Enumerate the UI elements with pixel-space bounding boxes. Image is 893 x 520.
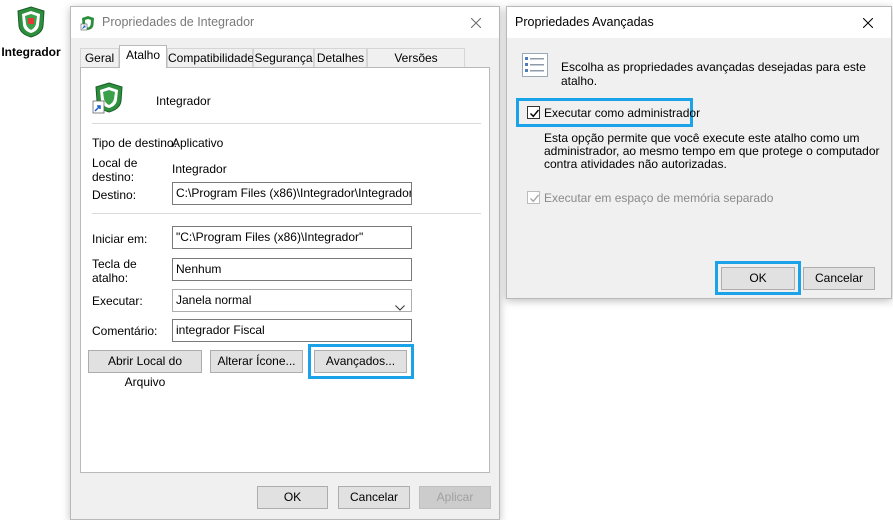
tab-seguranca[interactable]: Segurança <box>253 48 314 68</box>
target-input[interactable]: C:\Program Files (x86)\Integrador\Integr… <box>172 182 412 205</box>
cancel-button[interactable]: Cancelar <box>338 486 410 509</box>
advanced-properties-window: Propriedades Avançadas Escolha as propri… <box>506 6 892 299</box>
shortcut-tab-panel: Integrador Tipo de destino: Aplicativo L… <box>80 67 490 473</box>
properties-window: Propriedades de Integrador Geral Atalho … <box>70 6 500 520</box>
comment-label: Comentário: <box>92 324 158 338</box>
ok-button[interactable]: OK <box>257 486 328 509</box>
run-as-admin-checkbox[interactable] <box>527 106 540 119</box>
advanced-button-highlight <box>308 344 414 379</box>
desktop-icon-integrador[interactable]: Integrador <box>0 6 62 59</box>
target-location-value: Integrador <box>172 162 227 176</box>
target-location-label: Local de destino: <box>92 156 138 184</box>
integrador-large-icon <box>92 82 124 117</box>
target-type-label: Tipo de destino: <box>92 136 177 150</box>
check-icon <box>530 109 540 118</box>
tab-geral[interactable]: Geral <box>80 48 119 68</box>
window-title: Propriedades Avançadas <box>515 15 654 29</box>
start-in-input[interactable]: "C:\Program Files (x86)\Integrador" <box>172 226 412 249</box>
intro-text: Escolha as propriedades avançadas deseja… <box>561 60 866 88</box>
separator <box>92 123 481 124</box>
properties-list-icon <box>522 53 548 80</box>
check-icon <box>530 194 540 203</box>
tab-versoes-anteriores[interactable]: Versões Anteriores <box>367 48 465 83</box>
run-as-admin-label[interactable]: Executar como administrador <box>544 106 700 120</box>
tab-detalhes[interactable]: Detalhes <box>314 48 367 68</box>
close-icon <box>863 17 873 28</box>
change-icon-button[interactable]: Alterar Ícone... <box>210 350 303 373</box>
comment-input[interactable]: integrador Fiscal <box>172 319 412 342</box>
chevron-down-icon <box>395 297 405 318</box>
run-select-value: Janela normal <box>176 293 252 307</box>
separate-memory-checkbox <box>527 191 540 204</box>
apply-button[interactable]: Aplicar <box>419 486 491 509</box>
title-bar: Propriedades de Integrador <box>71 7 499 38</box>
shortcut-key-label: Tecla de atalho: <box>92 257 137 285</box>
tab-compatibilidade[interactable]: Compatibilidade <box>167 48 254 68</box>
shortcut-key-input[interactable]: Nenhum <box>172 258 412 281</box>
start-in-label: Iniciar em: <box>92 232 148 246</box>
app-name: Integrador <box>156 94 211 108</box>
tab-atalho[interactable]: Atalho <box>119 45 167 68</box>
integrador-app-icon <box>0 6 62 41</box>
window-title: Propriedades de Integrador <box>102 15 255 29</box>
close-button[interactable] <box>453 7 499 38</box>
run-select[interactable]: Janela normal <box>172 289 412 312</box>
title-bar: Propriedades Avançadas <box>507 7 891 38</box>
open-file-location-button[interactable]: Abrir Local do Arquivo <box>88 350 202 389</box>
separate-memory-label: Executar em espaço de memória separado <box>544 191 774 205</box>
close-icon <box>471 17 481 28</box>
shortcut-app-icon <box>80 15 96 34</box>
desktop-icon-label: Integrador <box>1 45 61 59</box>
ok-button[interactable]: OK <box>721 267 795 290</box>
target-label: Destino: <box>92 188 137 202</box>
separator <box>92 213 481 214</box>
target-type-value: Aplicativo <box>172 136 224 150</box>
description-line-3: contra atividades não autorizadas. <box>544 157 727 171</box>
close-button[interactable] <box>845 7 891 38</box>
run-label: Executar: <box>92 294 143 308</box>
cancel-button[interactable]: Cancelar <box>803 267 875 290</box>
